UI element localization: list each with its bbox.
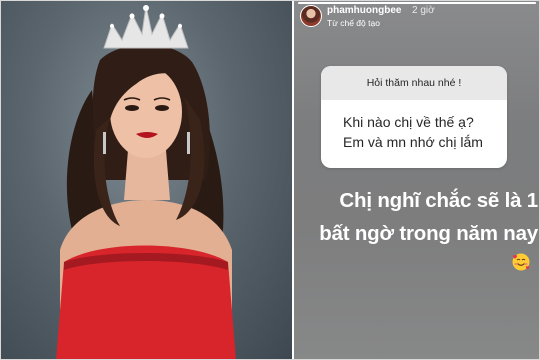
story-progress-bar bbox=[298, 2, 536, 4]
profile-avatar[interactable] bbox=[300, 5, 322, 27]
username[interactable]: phamhuongbee bbox=[327, 5, 401, 16]
question-text: Khi nào chị về thế ạ? Em và mn nhớ chị l… bbox=[343, 114, 483, 150]
question-sticker: Hỏi thăm nhau nhé ! Khi nào chị về thế ạ… bbox=[321, 66, 507, 168]
portrait-illustration bbox=[56, 5, 236, 360]
story-progress-fill bbox=[298, 2, 536, 4]
question-title: Hỏi thăm nhau nhé ! bbox=[321, 66, 507, 100]
answer-text: Chị nghĩ chắc sẽ là 1 bất ngờ trong năm … bbox=[302, 184, 538, 250]
portrait-photo bbox=[0, 0, 294, 360]
story-source-label: Từ chế độ tạo bbox=[327, 18, 380, 28]
story-panel[interactable]: phamhuongbee 2 giờ Từ chế độ tạo Hỏi thă… bbox=[294, 0, 540, 360]
answer-line-1: Chị nghĩ chắc sẽ là 1 bbox=[339, 189, 538, 212]
smiling-face-with-hearts-icon bbox=[512, 253, 530, 271]
answer-line-2: bất ngờ trong năm nay bbox=[319, 222, 538, 245]
post-time: 2 giờ bbox=[412, 5, 435, 16]
